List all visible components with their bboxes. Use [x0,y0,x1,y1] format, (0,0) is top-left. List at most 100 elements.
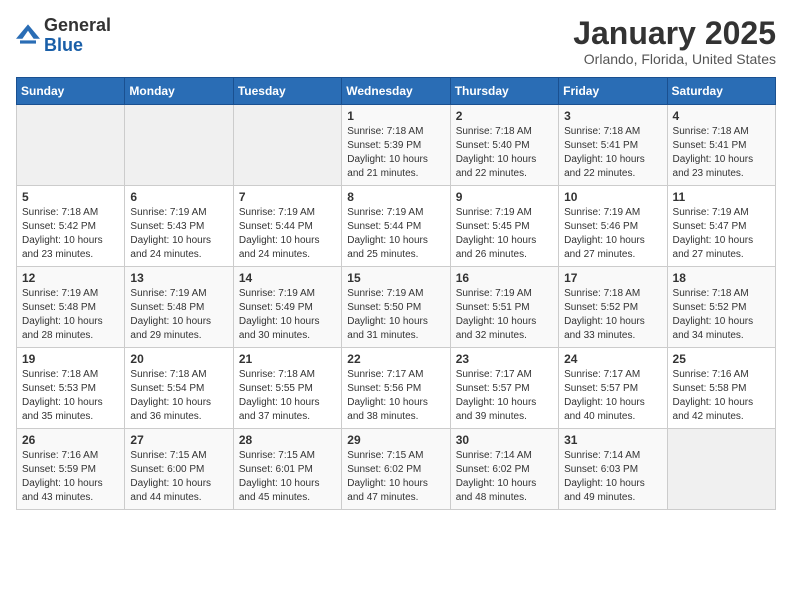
day-number: 28 [239,433,336,447]
calendar-cell: 30Sunrise: 7:14 AMSunset: 6:02 PMDayligh… [450,429,558,510]
day-number: 19 [22,352,119,366]
calendar-cell: 4 Sunrise: 7:18 AMSunset: 5:41 PMDaylight… [667,105,775,186]
day-number: 9 [456,190,553,204]
month-title: January 2025 [573,16,776,51]
calendar-header-row: SundayMondayTuesdayWednesdayThursdayFrid… [17,78,776,105]
day-number: 23 [456,352,553,366]
day-number: 8 [347,190,444,204]
calendar-cell [667,429,775,510]
calendar-cell: 19 Sunrise: 7:18 AMSunset: 5:53 PMDayligh… [17,348,125,429]
day-info: Sunrise: 7:17 AMSunset: 5:56 PMDaylight:… [347,368,444,424]
calendar-week-row: 26 Sunrise: 7:16 AMSunset: 5:59 PMDayligh… [17,429,776,510]
calendar-cell: 9Sunrise: 7:19 AMSunset: 5:45 PMDaylight… [450,186,558,267]
calendar-cell: 27Sunrise: 7:15 AMSunset: 6:00 PMDayligh… [125,429,233,510]
day-number: 3 [564,109,661,123]
header-sunday: Sunday [17,78,125,105]
day-info: Sunrise: 7:18 AMSunset: 5:39 PMDaylight:… [347,125,444,181]
day-number: 18 [673,271,770,285]
page-header: General Blue January 2025 Orlando, Flori… [16,16,776,67]
calendar-cell: 26 Sunrise: 7:16 AMSunset: 5:59 PMDayligh… [17,429,125,510]
day-info: Sunrise: 7:18 AMSunset: 5:42 PMDaylight:… [22,206,119,262]
calendar-cell: 12 Sunrise: 7:19 AMSunset: 5:48 PMDayligh… [17,267,125,348]
calendar-week-row: 5 Sunrise: 7:18 AMSunset: 5:42 PMDaylight… [17,186,776,267]
day-number: 13 [130,271,227,285]
day-number: 24 [564,352,661,366]
calendar-cell [125,105,233,186]
day-info: Sunrise: 7:19 AMSunset: 5:44 PMDaylight:… [347,206,444,262]
logo-text-blue: Blue [44,35,83,55]
header-monday: Monday [125,78,233,105]
day-number: 7 [239,190,336,204]
day-info: Sunrise: 7:19 AMSunset: 5:46 PMDaylight:… [564,206,661,262]
day-number: 12 [22,271,119,285]
calendar-cell: 31 Sunrise: 7:14 AMSunset: 6:03 PMDayligh… [559,429,667,510]
calendar-cell: 6 Sunrise: 7:19 AMSunset: 5:43 PMDaylight… [125,186,233,267]
calendar-cell: 11 Sunrise: 7:19 AMSunset: 5:47 PMDayligh… [667,186,775,267]
day-info: Sunrise: 7:16 AMSunset: 5:58 PMDaylight:… [673,368,770,424]
logo-text-general: General [44,15,111,35]
calendar-cell: 5 Sunrise: 7:18 AMSunset: 5:42 PMDaylight… [17,186,125,267]
day-info: Sunrise: 7:17 AMSunset: 5:57 PMDaylight:… [564,368,661,424]
calendar-cell: 16 Sunrise: 7:19 AMSunset: 5:51 PMDayligh… [450,267,558,348]
calendar-table: SundayMondayTuesdayWednesdayThursdayFrid… [16,77,776,510]
day-number: 29 [347,433,444,447]
day-number: 11 [673,190,770,204]
calendar-week-row: 19 Sunrise: 7:18 AMSunset: 5:53 PMDayligh… [17,348,776,429]
calendar-cell: 21Sunrise: 7:18 AMSunset: 5:55 PMDayligh… [233,348,341,429]
calendar-cell [17,105,125,186]
day-number: 1 [347,109,444,123]
day-number: 27 [130,433,227,447]
day-info: Sunrise: 7:17 AMSunset: 5:57 PMDaylight:… [456,368,553,424]
calendar-cell: 10 Sunrise: 7:19 AMSunset: 5:46 PMDayligh… [559,186,667,267]
day-number: 2 [456,109,553,123]
day-info: Sunrise: 7:19 AMSunset: 5:44 PMDaylight:… [239,206,336,262]
calendar-week-row: 1 Sunrise: 7:18 AMSunset: 5:39 PMDaylight… [17,105,776,186]
day-info: Sunrise: 7:14 AMSunset: 6:03 PMDaylight:… [564,449,661,505]
day-info: Sunrise: 7:18 AMSunset: 5:41 PMDaylight:… [564,125,661,181]
day-info: Sunrise: 7:18 AMSunset: 5:52 PMDaylight:… [673,287,770,343]
header-saturday: Saturday [667,78,775,105]
day-number: 15 [347,271,444,285]
day-info: Sunrise: 7:19 AMSunset: 5:48 PMDaylight:… [22,287,119,343]
calendar-cell: 28 Sunrise: 7:15 AMSunset: 6:01 PMDayligh… [233,429,341,510]
day-info: Sunrise: 7:19 AMSunset: 5:47 PMDaylight:… [673,206,770,262]
logo-icon [16,24,40,44]
header-tuesday: Tuesday [233,78,341,105]
day-info: Sunrise: 7:18 AMSunset: 5:53 PMDaylight:… [22,368,119,424]
day-number: 25 [673,352,770,366]
day-number: 21 [239,352,336,366]
day-number: 20 [130,352,227,366]
day-info: Sunrise: 7:18 AMSunset: 5:54 PMDaylight:… [130,368,227,424]
calendar-cell [233,105,341,186]
day-number: 6 [130,190,227,204]
day-info: Sunrise: 7:18 AMSunset: 5:52 PMDaylight:… [564,287,661,343]
calendar-cell: 22Sunrise: 7:17 AMSunset: 5:56 PMDayligh… [342,348,450,429]
calendar-cell: 20 Sunrise: 7:18 AMSunset: 5:54 PMDayligh… [125,348,233,429]
calendar-cell: 18 Sunrise: 7:18 AMSunset: 5:52 PMDayligh… [667,267,775,348]
day-number: 5 [22,190,119,204]
calendar-cell: 17 Sunrise: 7:18 AMSunset: 5:52 PMDayligh… [559,267,667,348]
day-number: 30 [456,433,553,447]
calendar-cell: 13Sunrise: 7:19 AMSunset: 5:48 PMDayligh… [125,267,233,348]
day-info: Sunrise: 7:19 AMSunset: 5:51 PMDaylight:… [456,287,553,343]
day-info: Sunrise: 7:16 AMSunset: 5:59 PMDaylight:… [22,449,119,505]
day-number: 16 [456,271,553,285]
day-info: Sunrise: 7:15 AMSunset: 6:01 PMDaylight:… [239,449,336,505]
day-number: 10 [564,190,661,204]
calendar-cell: 7 Sunrise: 7:19 AMSunset: 5:44 PMDaylight… [233,186,341,267]
day-number: 31 [564,433,661,447]
day-number: 17 [564,271,661,285]
calendar-cell: 15Sunrise: 7:19 AMSunset: 5:50 PMDayligh… [342,267,450,348]
calendar-cell: 3 Sunrise: 7:18 AMSunset: 5:41 PMDaylight… [559,105,667,186]
calendar-cell: 24 Sunrise: 7:17 AMSunset: 5:57 PMDayligh… [559,348,667,429]
day-number: 26 [22,433,119,447]
day-info: Sunrise: 7:19 AMSunset: 5:43 PMDaylight:… [130,206,227,262]
header-wednesday: Wednesday [342,78,450,105]
header-thursday: Thursday [450,78,558,105]
day-number: 14 [239,271,336,285]
day-info: Sunrise: 7:18 AMSunset: 5:40 PMDaylight:… [456,125,553,181]
day-info: Sunrise: 7:19 AMSunset: 5:49 PMDaylight:… [239,287,336,343]
day-info: Sunrise: 7:18 AMSunset: 5:41 PMDaylight:… [673,125,770,181]
day-number: 4 [673,109,770,123]
calendar-cell: 2 Sunrise: 7:18 AMSunset: 5:40 PMDaylight… [450,105,558,186]
